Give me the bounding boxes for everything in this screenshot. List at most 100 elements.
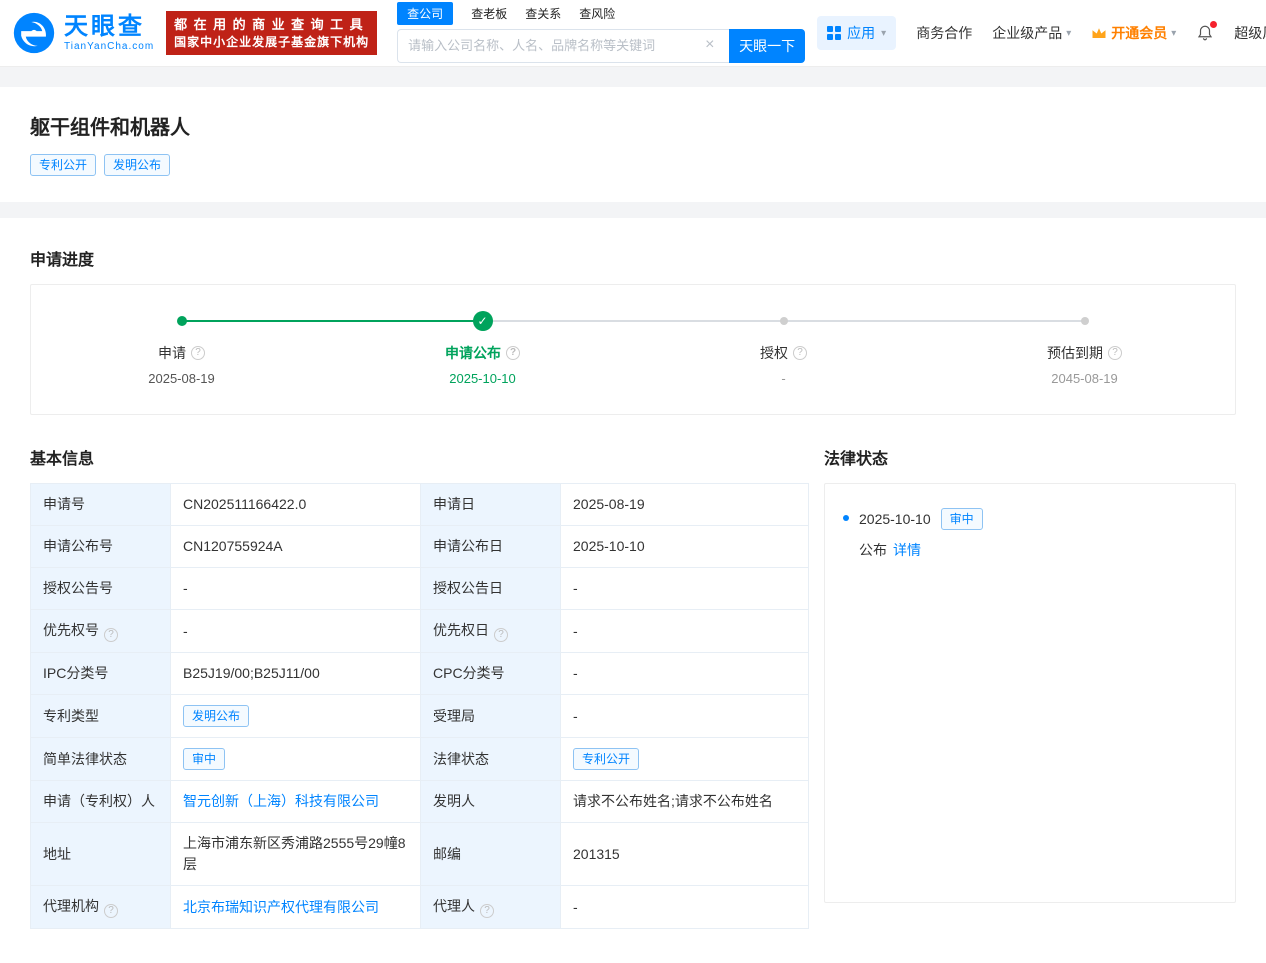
field-value: 智元创新（上海）科技有限公司	[170, 780, 421, 823]
section-title-legal-status: 法律状态	[824, 451, 889, 468]
field-value: 上海市浦东新区秀浦路2555号29幢8层	[170, 822, 421, 886]
field-label: 优先权号?	[30, 609, 171, 653]
table-row: 简单法律状态 审中 法律状态 专利公开	[30, 737, 809, 781]
field-value: -	[560, 694, 809, 738]
field-value: -	[560, 885, 809, 929]
nav-enterprise-label: 企业级产品	[992, 25, 1063, 41]
field-label: 授权公告号	[30, 567, 171, 610]
entity-link[interactable]: 北京布瑞知识产权代理有限公司	[183, 899, 379, 915]
help-icon[interactable]: ?	[191, 346, 205, 360]
search-row: × 天眼一下	[397, 28, 806, 63]
chevron-down-icon: ▾	[1171, 27, 1177, 39]
header-search-block: 查公司查老板 查关系 查风险 × 天眼一下	[397, 2, 806, 63]
status-tag: 专利公开	[573, 748, 640, 770]
search-tab[interactable]: 查风险	[579, 5, 615, 22]
patent-tag: 专利公开	[30, 154, 97, 176]
entity-link[interactable]: 智元创新（上海）科技有限公司	[183, 793, 379, 809]
field-label: 申请日	[420, 483, 561, 526]
field-label: CPC分类号	[420, 652, 561, 695]
search-tab[interactable]: 查关系	[525, 5, 561, 22]
progress-step: ✓ 申请公布? 2025-10-10	[332, 311, 633, 386]
field-label: 发明人	[420, 780, 561, 823]
check-icon: ✓	[472, 311, 493, 331]
basic-info-table: 申请号 CN202511166422.0 申请日 2025-08-19 申请公布号 CN1…	[30, 483, 809, 929]
step-dot-icon	[1080, 317, 1089, 325]
field-value: B25J19/00;B25J11/00	[170, 652, 421, 695]
search-input[interactable]	[397, 28, 730, 63]
search-tab[interactable]: 查公司	[397, 2, 454, 25]
field-value: 请求不公布姓名;请求不公布姓名	[560, 780, 809, 823]
field-label: 代理机构?	[30, 885, 171, 929]
nav-open-vip[interactable]: 开通会员 ▾	[1091, 23, 1176, 43]
table-row: 专利类型 发明公布 受理局 -	[30, 694, 809, 738]
field-value: 专利公开	[560, 737, 809, 781]
tianyancha-logo[interactable]: 天眼查 TianYanCha.com	[12, 11, 154, 55]
step-label: 申请公布	[445, 345, 501, 361]
page-title: 躯干组件和机器人	[30, 117, 190, 139]
step-label: 预估到期	[1047, 345, 1103, 361]
chevron-down-icon: ▾	[1066, 27, 1072, 39]
application-progress-box: 申请? 2025-08-19 ✓ 申请公布? 2025-10-10 授权? - 预估到期? 20…	[30, 284, 1236, 415]
field-label: 申请号	[30, 483, 171, 526]
nav-super-risk[interactable]: 超级风...	[1234, 23, 1266, 43]
help-icon[interactable]: ?	[506, 346, 520, 360]
help-icon[interactable]: ?	[1108, 346, 1122, 360]
search-tab[interactable]: 查老板	[471, 5, 507, 22]
legal-detail-link[interactable]: 详情	[893, 540, 921, 560]
field-label: 代理人?	[420, 885, 561, 929]
legal-date: 2025-10-10	[859, 511, 931, 527]
progress-step: 申请? 2025-08-19	[31, 311, 332, 386]
field-value: CN120755924A	[170, 525, 421, 568]
field-label: 邮编	[420, 822, 561, 886]
field-label: 法律状态	[420, 737, 561, 781]
legal-action: 公布	[859, 542, 887, 558]
step-date: 2045-08-19	[1051, 371, 1118, 386]
help-icon[interactable]: ?	[104, 628, 118, 642]
help-icon[interactable]: ?	[480, 904, 494, 918]
field-value: -	[560, 652, 809, 695]
progress-step: 预估到期? 2045-08-19	[934, 311, 1235, 386]
logo-domain-text: TianYanCha.com	[64, 40, 155, 52]
search-button[interactable]: 天眼一下	[729, 28, 806, 63]
field-label: 优先权日?	[420, 609, 561, 653]
clear-input-icon[interactable]: ×	[705, 36, 714, 54]
help-icon[interactable]: ?	[104, 904, 118, 918]
top-bar: 天眼查 TianYanCha.com 都在用的商业查询工具 国家中小企业发展子基…	[0, 0, 1266, 67]
status-tag: 审中	[183, 748, 226, 770]
step-label: 申请	[158, 345, 186, 361]
help-icon[interactable]: ?	[793, 346, 807, 360]
table-row: 地址 上海市浦东新区秀浦路2555号29幢8层 邮编 201315	[30, 822, 809, 886]
table-row: 申请号 CN202511166422.0 申请日 2025-08-19	[30, 483, 809, 526]
apps-label: 应用	[847, 25, 876, 41]
field-label: IPC分类号	[30, 652, 171, 695]
nav-super-label: 超级风...	[1234, 25, 1266, 41]
table-row: 申请（专利权）人 智元创新（上海）科技有限公司 发明人 请求不公布姓名;请求不公布姓名	[30, 780, 809, 823]
notification-bell[interactable]	[1196, 21, 1218, 42]
field-label: 地址	[30, 822, 171, 886]
nav-business-cooperation[interactable]: 商务合作	[916, 23, 972, 43]
legal-status-list: 2025-10-10 审中 公布 详情	[843, 508, 1217, 560]
table-row: 优先权号? - 优先权日? -	[30, 609, 809, 653]
field-label: 申请公布号	[30, 525, 171, 568]
step-label: 授权	[760, 345, 788, 361]
slogan-line2: 国家中小企业发展子基金旗下机构	[174, 34, 370, 49]
nav-enterprise-products[interactable]: 企业级产品 ▾	[992, 23, 1071, 43]
top-nav: 应用 ▾ 商务合作 企业级产品 ▾ 开通会员 ▾ 超级	[817, 16, 1266, 50]
field-value: 审中	[170, 737, 421, 781]
brand-slogan-badge: 都在用的商业查询工具 国家中小企业发展子基金旗下机构	[166, 10, 378, 56]
field-value: -	[170, 609, 421, 653]
field-value: 2025-08-19	[560, 483, 809, 526]
logo-brand-text: 天眼查	[64, 12, 145, 40]
field-value: CN202511166422.0	[170, 483, 421, 526]
grid-icon	[827, 26, 842, 40]
field-value: 发明公布	[170, 694, 421, 738]
apps-menu[interactable]: 应用 ▾	[817, 16, 897, 50]
patent-detail-card: 申请进度 申请? 2025-08-19 ✓ 申请公布? 2025-10-10 授权? - 预估…	[0, 218, 1266, 963]
table-row: IPC分类号 B25J19/00;B25J11/00 CPC分类号 -	[30, 652, 809, 695]
search-tabs: 查公司 查老板 查关系 查风险	[397, 2, 805, 25]
field-value: -	[170, 567, 421, 610]
help-icon[interactable]: ?	[494, 628, 508, 642]
progress-timeline: 申请? 2025-08-19 ✓ 申请公布? 2025-10-10 授权? - 预估到期? 20…	[31, 311, 1235, 386]
step-date: 2025-08-19	[148, 371, 215, 386]
step-dot-icon	[779, 317, 788, 325]
